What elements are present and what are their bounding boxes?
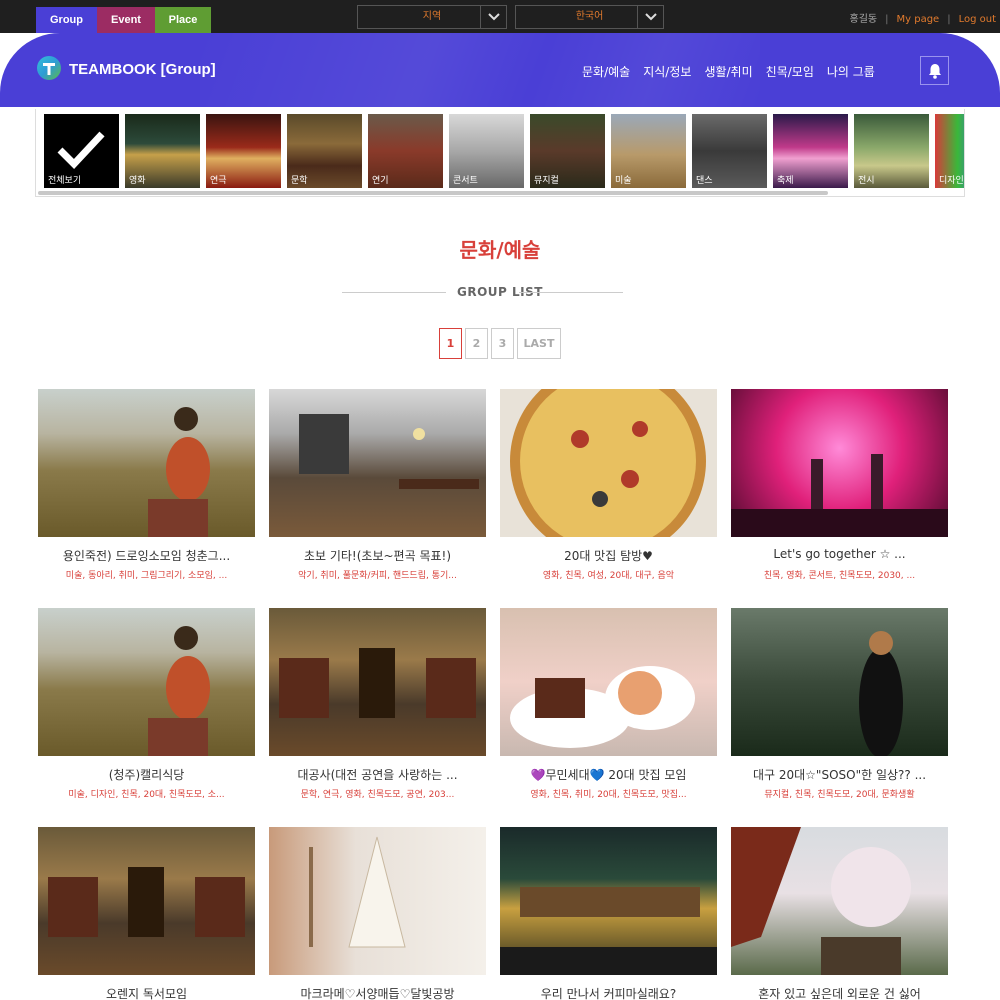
category-label: 미술 xyxy=(615,176,632,186)
tab-place[interactable]: Place xyxy=(155,7,211,33)
group-title[interactable]: 마크라메♡서양매듭♡달빛공방 xyxy=(263,985,492,1000)
user-name: 홍길동 xyxy=(849,14,878,25)
nav-item-hobby[interactable]: 생활/취미 xyxy=(704,63,752,80)
group-title[interactable]: Let's go together ☆ ... xyxy=(725,547,954,561)
group-title[interactable]: 오렌지 독서모임 xyxy=(32,985,261,1000)
divider: | xyxy=(885,14,889,25)
nav-item-social[interactable]: 친목/모임 xyxy=(766,63,814,80)
nav-item-knowledge[interactable]: 지식/정보 xyxy=(643,63,691,80)
main-nav: 문화/예술 지식/정보 생활/취미 친목/모임 나의 그룹 xyxy=(582,63,888,80)
category-strip: 전체보기 영화 연극 문학 연기 콘서트 뮤지컬 미술 댄스 축제 전시 디자인 xyxy=(35,109,965,197)
category-design[interactable]: 디자인 xyxy=(935,114,964,188)
category-festival[interactable]: 축제 xyxy=(773,114,848,188)
group-thumbnail[interactable] xyxy=(38,608,255,756)
category-exhibition[interactable]: 전시 xyxy=(854,114,929,188)
group-title[interactable]: 대구 20대☆"SOSO"한 일상?? ... xyxy=(725,766,954,783)
group-tags: 친목, 영화, 콘서트, 친목도모, 2030, ... xyxy=(763,571,916,581)
group-thumbnail[interactable] xyxy=(38,827,255,975)
group-thumbnail[interactable] xyxy=(500,827,717,975)
group-thumbnail[interactable] xyxy=(269,389,486,537)
group-thumbnail[interactable] xyxy=(731,827,948,975)
section-subtitle: GROUP LIST xyxy=(457,285,543,299)
page-2-button[interactable]: 2 xyxy=(465,328,488,359)
nav-item-my-groups[interactable]: 나의 그룹 xyxy=(827,63,875,80)
group-title[interactable]: 용인죽전) 드로잉소모임 청춘그... xyxy=(32,547,261,564)
group-tags: 문학, 연극, 영화, 친목도모, 공연, 203... xyxy=(300,790,455,800)
group-title[interactable]: 우리 만나서 커피마실래요? xyxy=(494,985,723,1000)
language-select[interactable]: 한국어 xyxy=(515,5,664,29)
category-all[interactable]: 전체보기 xyxy=(44,114,119,188)
group-tags: 영화, 친목, 취미, 20대, 친목도모, 맛집... xyxy=(530,790,687,800)
category-art[interactable]: 미술 xyxy=(611,114,686,188)
category-label: 축제 xyxy=(777,176,794,186)
group-thumbnail[interactable] xyxy=(500,608,717,756)
main-header: TEAMBOOK [Group] 문화/예술 지식/정보 생활/취미 친목/모임 나의 … xyxy=(0,33,1000,107)
region-select-value: 지역 xyxy=(422,11,442,22)
category-dance[interactable]: 댄스 xyxy=(692,114,767,188)
region-select[interactable]: 지역 xyxy=(357,5,507,29)
category-label: 뮤지컬 xyxy=(534,176,559,186)
divider xyxy=(519,292,623,293)
category-label: 디자인 xyxy=(939,176,964,186)
group-title[interactable]: (청주)캘리식당 xyxy=(32,766,261,783)
category-theater[interactable]: 연극 xyxy=(206,114,281,188)
category-label: 연극 xyxy=(210,176,227,186)
tab-group[interactable]: Group xyxy=(36,7,97,33)
group-title[interactable]: 대공사(대전 공연을 사랑하는 ... xyxy=(263,766,492,783)
group-title[interactable]: 💜무민세대💙 20대 맛집 모임 xyxy=(494,766,723,783)
category-label: 문학 xyxy=(291,176,308,186)
category-label: 연기 xyxy=(372,176,389,186)
group-thumbnail[interactable] xyxy=(38,389,255,537)
category-label: 전체보기 xyxy=(48,176,82,186)
logout-link[interactable]: Log out xyxy=(959,14,996,25)
category-scrollbar[interactable] xyxy=(38,191,828,195)
category-label: 전시 xyxy=(858,176,875,186)
group-tags: 미술, 동아리, 취미, 그림그리기, 소모임, ... xyxy=(65,571,228,581)
page-3-button[interactable]: 3 xyxy=(491,328,514,359)
chevron-down-icon xyxy=(637,6,663,28)
group-thumbnail[interactable] xyxy=(269,608,486,756)
category-movie[interactable]: 영화 xyxy=(125,114,200,188)
divider: | xyxy=(947,14,951,25)
category-acting[interactable]: 연기 xyxy=(368,114,443,188)
bell-icon xyxy=(929,64,941,79)
teambook-logo[interactable] xyxy=(37,56,61,80)
nav-item-culture-art[interactable]: 문화/예술 xyxy=(582,63,630,80)
page-title: 문화/예술 xyxy=(459,238,541,262)
group-tags: 영화, 친목, 여성, 20대, 대구, 음악 xyxy=(542,571,675,581)
page-1-button[interactable]: 1 xyxy=(439,328,462,359)
category-literature[interactable]: 문학 xyxy=(287,114,362,188)
last-page-button[interactable]: LAST xyxy=(517,328,561,359)
group-title[interactable]: 혼자 있고 싶은데 외로운 건 싫어 xyxy=(725,985,954,1000)
tab-event[interactable]: Event xyxy=(97,7,155,33)
category-label: 영화 xyxy=(129,176,146,186)
chevron-down-icon xyxy=(480,6,506,28)
category-label: 콘서트 xyxy=(453,176,478,186)
language-select-value: 한국어 xyxy=(575,11,604,22)
category-concert[interactable]: 콘서트 xyxy=(449,114,524,188)
group-tags: 악기, 취미, 풀문화/커피, 핸드드립, 통기... xyxy=(298,571,457,581)
top-bar: Group Event Place 지역 한국어 홍길동 | My page | Log… xyxy=(0,0,1000,33)
group-thumbnail[interactable] xyxy=(500,389,717,537)
group-title[interactable]: 초보 기타!(초보~편곡 목표!) xyxy=(263,547,492,564)
group-tags: 뮤지컬, 친목, 친목도모, 20대, 문화생활 xyxy=(764,790,915,800)
group-thumbnail[interactable] xyxy=(269,827,486,975)
group-thumbnail[interactable] xyxy=(731,608,948,756)
category-musical[interactable]: 뮤지컬 xyxy=(530,114,605,188)
group-thumbnail[interactable] xyxy=(731,389,948,537)
user-links: 홍길동 | My page | Log out xyxy=(846,10,1000,25)
notification-button[interactable] xyxy=(920,56,949,85)
brand-name[interactable]: TEAMBOOK [Group] xyxy=(69,61,216,78)
my-page-link[interactable]: My page xyxy=(897,14,940,25)
category-label: 댄스 xyxy=(696,176,713,186)
group-tags: 미술, 디자인, 친목, 20대, 친목도모, 소... xyxy=(68,790,225,800)
group-title[interactable]: 20대 맛집 탐방♥ xyxy=(494,547,723,564)
